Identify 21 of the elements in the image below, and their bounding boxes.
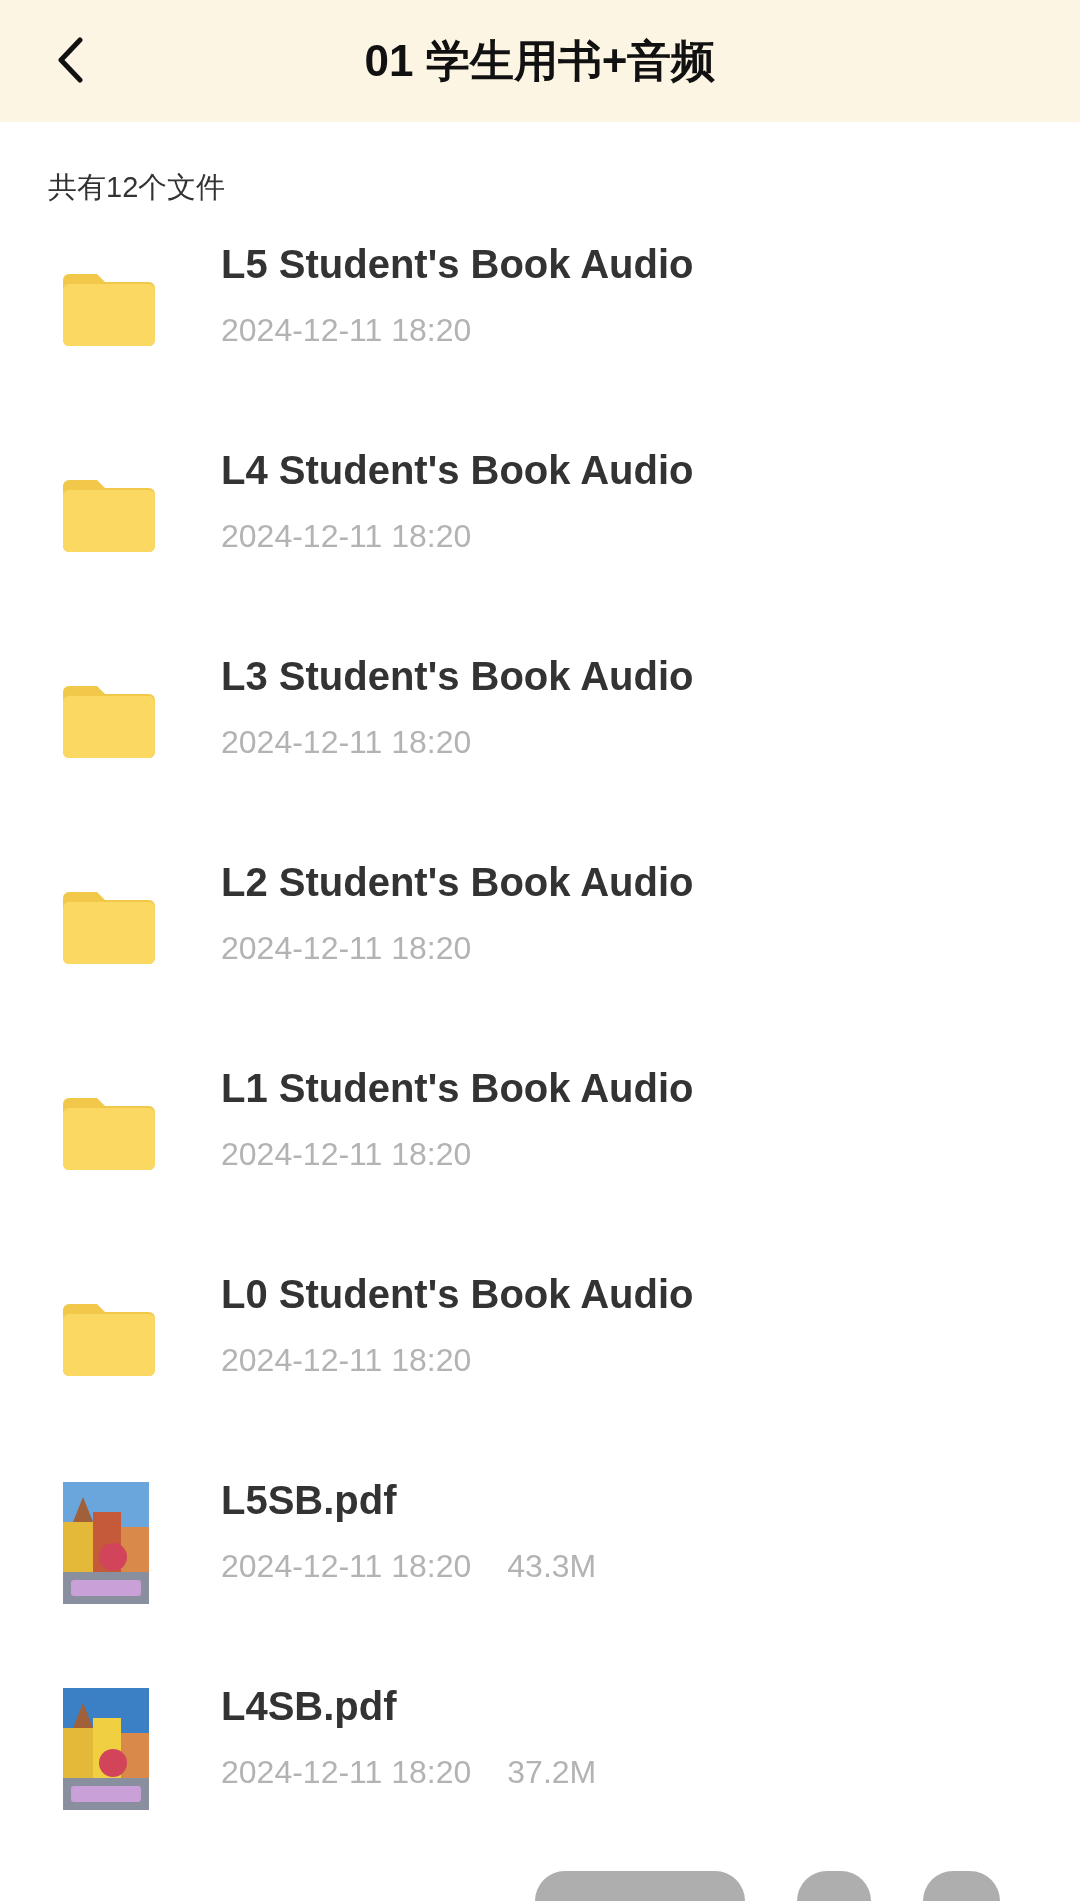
file-date: 2024-12-11 18:20 <box>221 516 472 556</box>
file-date: 2024-12-11 18:20 <box>221 1546 472 1586</box>
file-date: 2024-12-11 18:20 <box>221 1134 472 1174</box>
file-date: 2024-12-11 18:20 <box>221 1752 472 1792</box>
file-name[interactable]: L1 Student's Book Audio <box>221 1063 694 1112</box>
file-count: 共有12个文件 <box>48 171 226 203</box>
file-name[interactable]: L4SB.pdf <box>221 1681 597 1730</box>
back-icon <box>56 37 84 83</box>
file-date: 2024-12-11 18:20 <box>221 722 472 762</box>
file-name[interactable]: L2 Student's Book Audio <box>221 857 694 906</box>
page-title: 01 学生用书+音频 <box>364 35 716 87</box>
file-name[interactable]: L4 Student's Book Audio <box>221 445 694 494</box>
file-date: 2024-12-11 18:20 <box>221 310 472 350</box>
file-size: 43.3M <box>507 1546 597 1586</box>
file-date: 2024-12-11 18:20 <box>221 928 472 968</box>
file-name[interactable]: L3 Student's Book Audio <box>221 651 694 700</box>
file-name[interactable]: L5 Student's Book Audio <box>221 239 694 288</box>
file-size: 37.2M <box>507 1752 597 1792</box>
file-date: 2024-12-11 18:20 <box>221 1340 472 1380</box>
file-name[interactable]: L5SB.pdf <box>221 1475 597 1524</box>
file-name[interactable]: L0 Student's Book Audio <box>221 1269 694 1318</box>
